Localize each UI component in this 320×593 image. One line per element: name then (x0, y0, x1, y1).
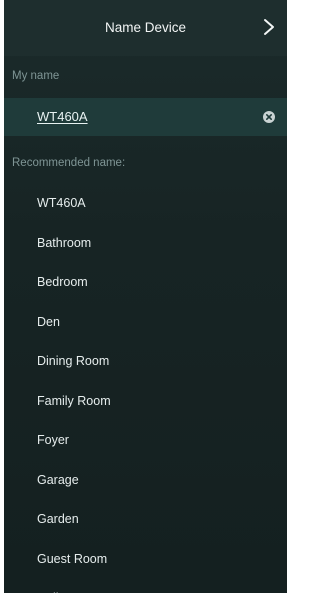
clear-icon[interactable] (263, 111, 275, 123)
list-item[interactable]: Bedroom (4, 263, 287, 303)
name-device-screen: Name Device My name WT460A Recommended n… (4, 0, 287, 593)
header-bar: Name Device (4, 0, 287, 56)
recommended-name-label: Recommended name: (12, 157, 126, 169)
chevron-right-icon[interactable] (261, 18, 277, 36)
list-item[interactable]: Dining Room (4, 342, 287, 382)
device-name-value[interactable]: WT460A (37, 109, 88, 124)
list-item[interactable]: Garden (4, 500, 287, 540)
device-name-field[interactable]: WT460A (4, 98, 287, 136)
my-name-label: My name (12, 70, 60, 82)
list-item[interactable]: Hallway (4, 579, 287, 593)
recommended-name-list: WT460A Bathroom Bedroom Den Dining Room … (4, 184, 287, 593)
list-item[interactable]: Foyer (4, 421, 287, 461)
list-item[interactable]: WT460A (4, 184, 287, 224)
list-item[interactable]: Den (4, 303, 287, 343)
list-item[interactable]: Garage (4, 461, 287, 501)
list-item[interactable]: Family Room (4, 382, 287, 422)
page-title: Name Device (104, 20, 187, 35)
list-item[interactable]: Bathroom (4, 224, 287, 264)
list-item[interactable]: Guest Room (4, 540, 287, 580)
